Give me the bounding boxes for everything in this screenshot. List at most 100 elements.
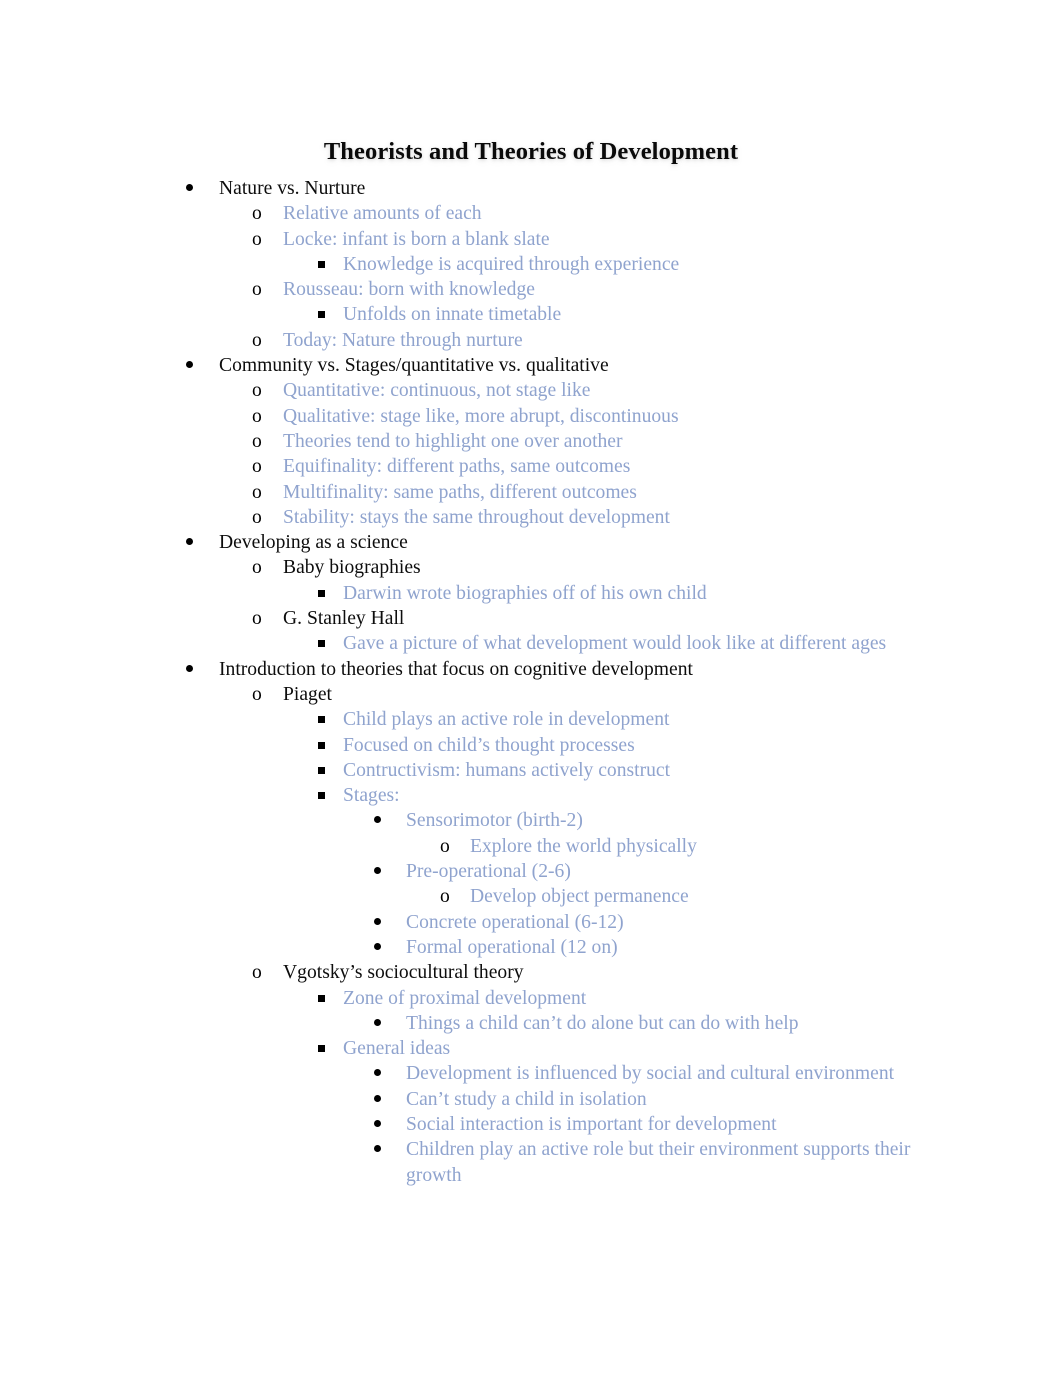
document-page: Theorists and Theories of Development Na…	[0, 0, 1062, 1377]
circle-letter-bullet-icon: o	[252, 329, 262, 351]
square-bullet-icon	[318, 581, 325, 606]
outline-item-label: Stability: stays the same throughout dev…	[283, 506, 670, 528]
disc-bullet-icon	[186, 530, 193, 555]
outline-item-level-3: Knowledge is acquired through experience	[0, 252, 1062, 277]
outline-item-label: Equifinality: different paths, same outc…	[283, 456, 631, 478]
outline-item-label: Concrete operational (6-12)	[406, 911, 624, 933]
circle-letter-bullet-icon: o	[252, 279, 262, 301]
outline-item-level-2: o Vgotsky’s sociocultural theory	[0, 960, 1062, 985]
outline-item-level-4: Children play an active role but their e…	[0, 1137, 1062, 1188]
outline-item-level-2: o Quantitative: continuous, not stage lik…	[0, 378, 1062, 403]
outline-item-level-2: o Piaget	[0, 682, 1062, 707]
outline-item-level-3: Darwin wrote biographies off of his own …	[0, 581, 1062, 606]
outline-item-label: Development is influenced by social and …	[406, 1063, 895, 1085]
circle-letter-bullet-icon: o	[252, 430, 262, 452]
outline-item-label: Pre-operational (2-6)	[406, 861, 571, 883]
outline-item-level-2: o Multifinality: same paths, different ou…	[0, 480, 1062, 505]
outline-item-level-2: o Theories tend to highlight one over ano…	[0, 429, 1062, 454]
outline-item-label: Darwin wrote biographies off of his own …	[343, 582, 707, 604]
outline-item-level-4: Formal operational (12 on)	[0, 935, 1062, 960]
outline-item-level-4: Concrete operational (6-12)	[0, 910, 1062, 935]
outline-item-label: Community vs. Stages/quantitative vs. qu…	[219, 355, 609, 377]
outline-item-label: Developing as a science	[219, 532, 408, 554]
disc-bullet-icon	[374, 859, 381, 884]
outline-item-label: Theories tend to highlight one over anot…	[283, 430, 623, 452]
outline-item-label: Zone of proximal development	[343, 987, 587, 1009]
outline-item-label: G. Stanley Hall	[283, 608, 405, 630]
square-bullet-icon	[318, 733, 325, 758]
circle-letter-bullet-icon: o	[252, 683, 262, 705]
outline-item-label: Children play an active role but their e…	[406, 1139, 911, 1186]
outline-item-label: Develop object permanence	[470, 886, 689, 908]
outline-item-level-3: Child plays an active role in developmen…	[0, 707, 1062, 732]
outline-item-level-2: o G. Stanley Hall	[0, 606, 1062, 631]
outline-item-level-4: Things a child can’t do alone but can do…	[0, 1011, 1062, 1036]
outline-item-label: Can’t study a child in isolation	[406, 1088, 647, 1110]
outline-item-level-2: o Relative amounts of each	[0, 201, 1062, 226]
disc-bullet-icon	[374, 1087, 381, 1112]
disc-bullet-icon	[186, 176, 193, 201]
outline-item-label: Today: Nature through nurture	[283, 329, 523, 351]
circle-letter-bullet-icon: o	[252, 608, 262, 630]
outline-item-label: Rousseau: born with knowledge	[283, 279, 535, 301]
outline-item-level-4: Sensorimotor (birth-2)	[0, 808, 1062, 833]
outline-item-level-1: Introduction to theories that focus on c…	[0, 657, 1062, 682]
disc-bullet-icon	[374, 935, 381, 960]
circle-letter-bullet-icon: o	[440, 835, 450, 857]
square-bullet-icon	[318, 707, 325, 732]
outline-item-level-2: o Rousseau: born with knowledge	[0, 277, 1062, 302]
circle-letter-bullet-icon: o	[252, 405, 262, 427]
outline-item-level-3: Zone of proximal development	[0, 986, 1062, 1011]
outline-item-level-4: Development is influenced by social and …	[0, 1061, 1062, 1086]
outline-item-level-4: Social interaction is important for deve…	[0, 1112, 1062, 1137]
outline-item-label: Nature vs. Nurture	[219, 178, 366, 199]
outline-item-level-3: Focused on child’s thought processes	[0, 733, 1062, 758]
square-bullet-icon	[318, 631, 325, 656]
circle-letter-bullet-icon: o	[252, 506, 262, 528]
outline-item-label: Knowledge is acquired through experience	[343, 253, 680, 275]
outline-item-level-3: Unfolds on innate timetable	[0, 302, 1062, 327]
outline-item-level-5: o Develop object permanence	[0, 884, 1062, 909]
outline-item-label: Relative amounts of each	[283, 203, 482, 225]
outline-item-level-1: Developing as a science	[0, 530, 1062, 555]
outline-item-level-2: o Locke: infant is born a blank slate	[0, 227, 1062, 252]
outline-item-label: Focused on child’s thought processes	[343, 734, 635, 756]
outline-item-level-2: o Today: Nature through nurture	[0, 328, 1062, 353]
square-bullet-icon	[318, 1036, 325, 1061]
disc-bullet-icon	[374, 910, 381, 935]
circle-letter-bullet-icon: o	[252, 228, 262, 250]
square-bullet-icon	[318, 986, 325, 1011]
circle-letter-bullet-icon: o	[440, 886, 450, 908]
circle-letter-bullet-icon: o	[252, 203, 262, 225]
disc-bullet-icon	[186, 353, 193, 378]
outline-item-label: Explore the world physically	[470, 835, 697, 857]
circle-letter-bullet-icon: o	[252, 481, 262, 503]
outline-list: Nature vs. Nurture o Relative amounts of e…	[0, 176, 1062, 1188]
outline-item-label: Quantitative: continuous, not stage like	[283, 380, 591, 402]
outline-item-label: Sensorimotor (birth-2)	[406, 810, 583, 832]
square-bullet-icon	[318, 302, 325, 327]
outline-item-label: Qualitative: stage like, more abrupt, di…	[283, 405, 679, 427]
disc-bullet-icon	[374, 1011, 381, 1036]
outline-item-label: Gave a picture of what development would…	[343, 633, 887, 655]
outline-item-label: Piaget	[283, 683, 332, 705]
disc-bullet-icon	[374, 1112, 381, 1137]
square-bullet-icon	[318, 783, 325, 808]
outline-item-label: Formal operational (12 on)	[406, 936, 618, 958]
outline-item-level-3: Stages:	[0, 783, 1062, 808]
square-bullet-icon	[318, 758, 325, 783]
outline-item-label: Contructivism: humans actively construct	[343, 759, 671, 781]
circle-letter-bullet-icon: o	[252, 380, 262, 402]
outline-item-label: Locke: infant is born a blank slate	[283, 228, 550, 250]
square-bullet-icon	[318, 252, 325, 277]
outline-item-label: General ideas	[343, 1038, 451, 1060]
outline-item-level-2: o Qualitative: stage like, more abrupt, d…	[0, 404, 1062, 429]
outline-item-level-2: o Equifinality: different paths, same out…	[0, 454, 1062, 479]
outline-item-level-1: Community vs. Stages/quantitative vs. qu…	[0, 353, 1062, 378]
outline-item-level-1: Nature vs. Nurture	[0, 176, 1062, 201]
outline-item-level-4: Pre-operational (2-6)	[0, 859, 1062, 884]
disc-bullet-icon	[374, 808, 381, 833]
outline-item-level-2: o Baby biographies	[0, 555, 1062, 580]
disc-bullet-icon	[374, 1137, 381, 1162]
outline-item-level-3: General ideas	[0, 1036, 1062, 1061]
